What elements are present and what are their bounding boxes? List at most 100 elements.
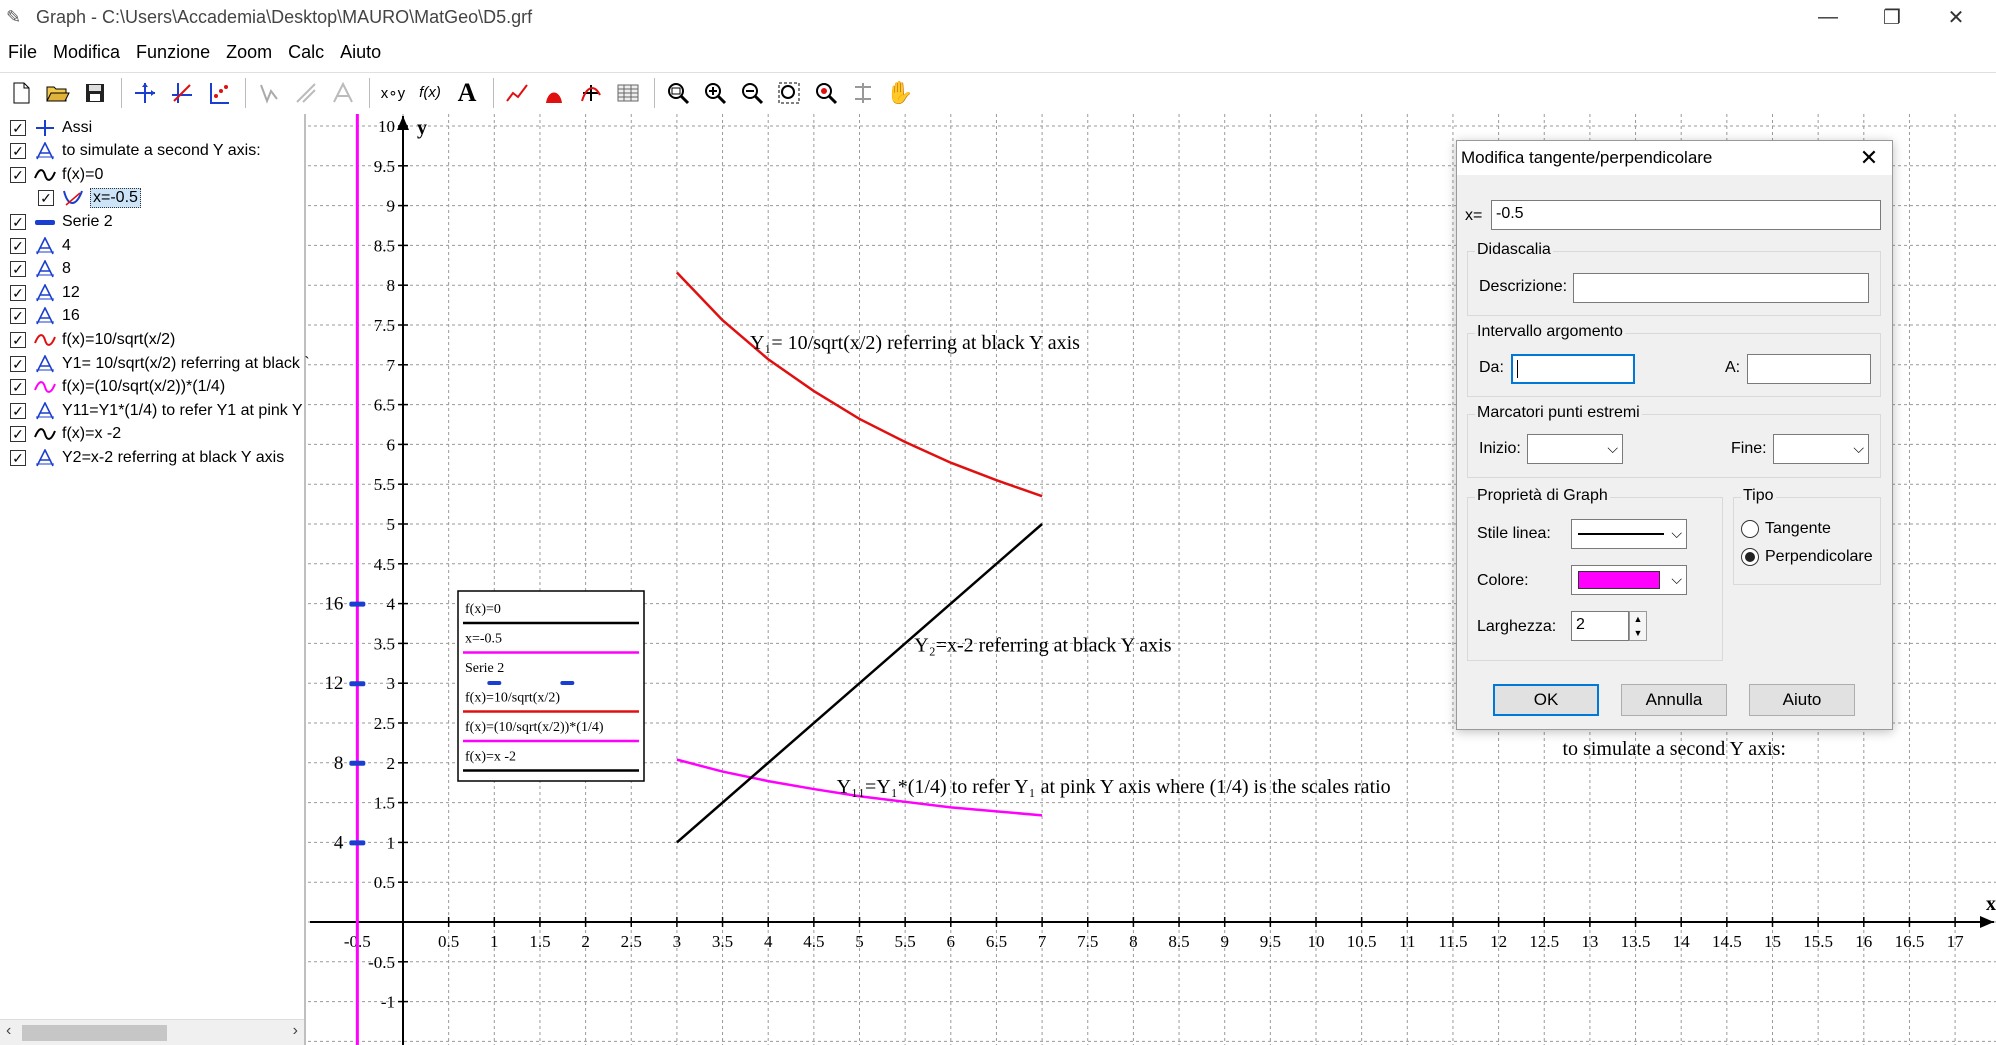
menu-modifica[interactable]: Modifica (45, 42, 128, 63)
menu-aiuto[interactable]: Aiuto (332, 42, 389, 63)
insert-label-icon[interactable] (574, 76, 608, 110)
visibility-checkbox[interactable]: ✓ (10, 355, 26, 372)
fx-icon[interactable]: f(x) (413, 76, 447, 110)
inizio-select[interactable]: ⌵ (1527, 434, 1623, 464)
x-tick-label: 3 (673, 932, 682, 951)
scroll-left-icon[interactable]: ‹ (6, 1022, 11, 1040)
visibility-checkbox[interactable]: ✓ (38, 190, 54, 207)
pan-icon[interactable]: ✋ (883, 76, 917, 110)
visibility-checkbox[interactable]: ✓ (10, 119, 26, 136)
menu-file[interactable]: File (0, 42, 45, 63)
series2-marker (349, 840, 366, 846)
stile-linea-select[interactable]: ⌵ (1571, 519, 1687, 549)
new-icon[interactable] (4, 76, 38, 110)
tree-item[interactable]: ✓ f(x)=10/sqrt(x/2) (10, 328, 175, 351)
visibility-checkbox[interactable]: ✓ (10, 213, 26, 230)
series-icon[interactable] (202, 76, 236, 110)
custom-off-icon[interactable] (326, 76, 360, 110)
axes-icon[interactable] (128, 76, 162, 110)
visibility-checkbox[interactable]: ✓ (10, 284, 26, 301)
zoom-window-icon[interactable] (661, 76, 695, 110)
open-icon[interactable] (41, 76, 75, 110)
close-window-button[interactable]: ✕ (1924, 0, 1988, 34)
chevron-down-icon: ⌵ (1853, 440, 1864, 456)
tree-item[interactable]: ✓ 12 (10, 281, 80, 304)
horizontal-scrollbar[interactable]: ‹ › (0, 1019, 304, 1045)
visibility-checkbox[interactable]: ✓ (10, 166, 26, 183)
scroll-right-icon[interactable]: › (293, 1022, 298, 1040)
tree-item[interactable]: ✓ f(x)=(10/sqrt(x/2))*(1/4) (10, 376, 225, 399)
table-icon[interactable] (611, 76, 645, 110)
tree-item[interactable]: ✓ Y11=Y1*(1/4) to refer Y1 at pink Y (10, 399, 303, 422)
scrollbar-thumb[interactable] (22, 1025, 167, 1041)
colore-select[interactable]: ⌵ (1571, 565, 1687, 595)
visibility-checkbox[interactable]: ✓ (10, 308, 26, 325)
visibility-checkbox[interactable]: ✓ (10, 449, 26, 466)
zoom-square-icon[interactable] (772, 76, 806, 110)
perpendicolare-radio[interactable] (1741, 548, 1759, 566)
line-tool-icon[interactable] (500, 76, 534, 110)
visibility-checkbox[interactable]: ✓ (10, 143, 26, 160)
text-icon[interactable]: A (450, 76, 484, 110)
larghezza-spinner[interactable]: ▲ ▼ (1629, 611, 1647, 641)
menu-funzione[interactable]: Funzione (128, 42, 218, 63)
tree-item[interactable]: ✓ Y1= 10/sqrt(x/2) referring at black ` (10, 352, 310, 375)
tangent-icon[interactable] (165, 76, 199, 110)
axes-icon (32, 118, 58, 138)
label-icon (32, 236, 58, 256)
wave-icon (32, 330, 58, 350)
visibility-checkbox[interactable]: ✓ (10, 237, 26, 254)
visibility-checkbox[interactable]: ✓ (10, 426, 26, 443)
y-tick-label: 9.5 (374, 157, 395, 176)
tree-item[interactable]: ✓ 4 (10, 234, 71, 257)
minimize-button[interactable]: — (1796, 0, 1860, 34)
visibility-checkbox[interactable]: ✓ (10, 379, 26, 396)
tree-item[interactable]: ✓ Assi (10, 116, 92, 139)
zoom-standard-icon[interactable] (809, 76, 843, 110)
dialog-close-icon[interactable]: ✕ (1854, 141, 1884, 175)
da-input[interactable] (1511, 354, 1635, 384)
tree-item[interactable]: ✓ to simulate a second Y axis: (10, 140, 261, 163)
x-value-input[interactable]: -0.5 (1491, 200, 1881, 230)
tree-item[interactable]: ✓ x=-0.5 (38, 187, 141, 210)
visibility-checkbox[interactable]: ✓ (10, 261, 26, 278)
tree-item[interactable]: ✓ Serie 2 (10, 210, 113, 233)
shade-icon[interactable] (537, 76, 571, 110)
annulla-button[interactable]: Annulla (1621, 684, 1727, 716)
x-tick-label: 9 (1220, 932, 1229, 951)
xy-icon[interactable]: x∘y (376, 76, 410, 110)
fine-select[interactable]: ⌵ (1773, 434, 1869, 464)
zoom-out-icon[interactable] (735, 76, 769, 110)
shading-off-icon[interactable] (252, 76, 286, 110)
x-tick-label: 16.5 (1895, 932, 1925, 951)
a-input[interactable] (1747, 354, 1871, 384)
label-icon (32, 354, 58, 374)
zoom-in-icon[interactable] (698, 76, 732, 110)
tree-item-label: Y11=Y1*(1/4) to refer Y1 at pink Y (62, 401, 303, 419)
tree-item[interactable]: ✓ 16 (10, 305, 80, 328)
tree-item[interactable]: ✓ 8 (10, 258, 71, 281)
tree-item[interactable]: ✓ f(x)=x -2 (10, 423, 121, 446)
tipo-group (1733, 497, 1881, 585)
tree-item[interactable]: ✓ f(x)=0 (10, 163, 103, 186)
toolbar-separator (493, 77, 494, 108)
save-icon[interactable] (78, 76, 112, 110)
aiuto-button[interactable]: Aiuto (1749, 684, 1855, 716)
x-tick-label: 15.5 (1803, 932, 1833, 951)
relation-off-icon[interactable] (289, 76, 323, 110)
y-tick-label: 8.5 (374, 236, 395, 255)
zoom-fit-icon[interactable] (846, 76, 880, 110)
larghezza-input[interactable]: 2 (1571, 611, 1629, 641)
visibility-checkbox[interactable]: ✓ (10, 331, 26, 348)
restore-button[interactable]: ❐ (1860, 0, 1924, 34)
tree-item[interactable]: ✓ Y2=x-2 referring at black Y axis (10, 446, 284, 469)
legend-marker (487, 681, 502, 685)
tangente-radio[interactable] (1741, 520, 1759, 538)
menu-calc[interactable]: Calc (280, 42, 332, 63)
tipo-label: Tipo (1741, 487, 1776, 505)
ok-button[interactable]: OK (1493, 684, 1599, 716)
visibility-checkbox[interactable]: ✓ (10, 402, 26, 419)
menu-zoom[interactable]: Zoom (218, 42, 280, 63)
descrizione-input[interactable] (1573, 273, 1869, 303)
didascalia-label: Didascalia (1475, 241, 1553, 259)
